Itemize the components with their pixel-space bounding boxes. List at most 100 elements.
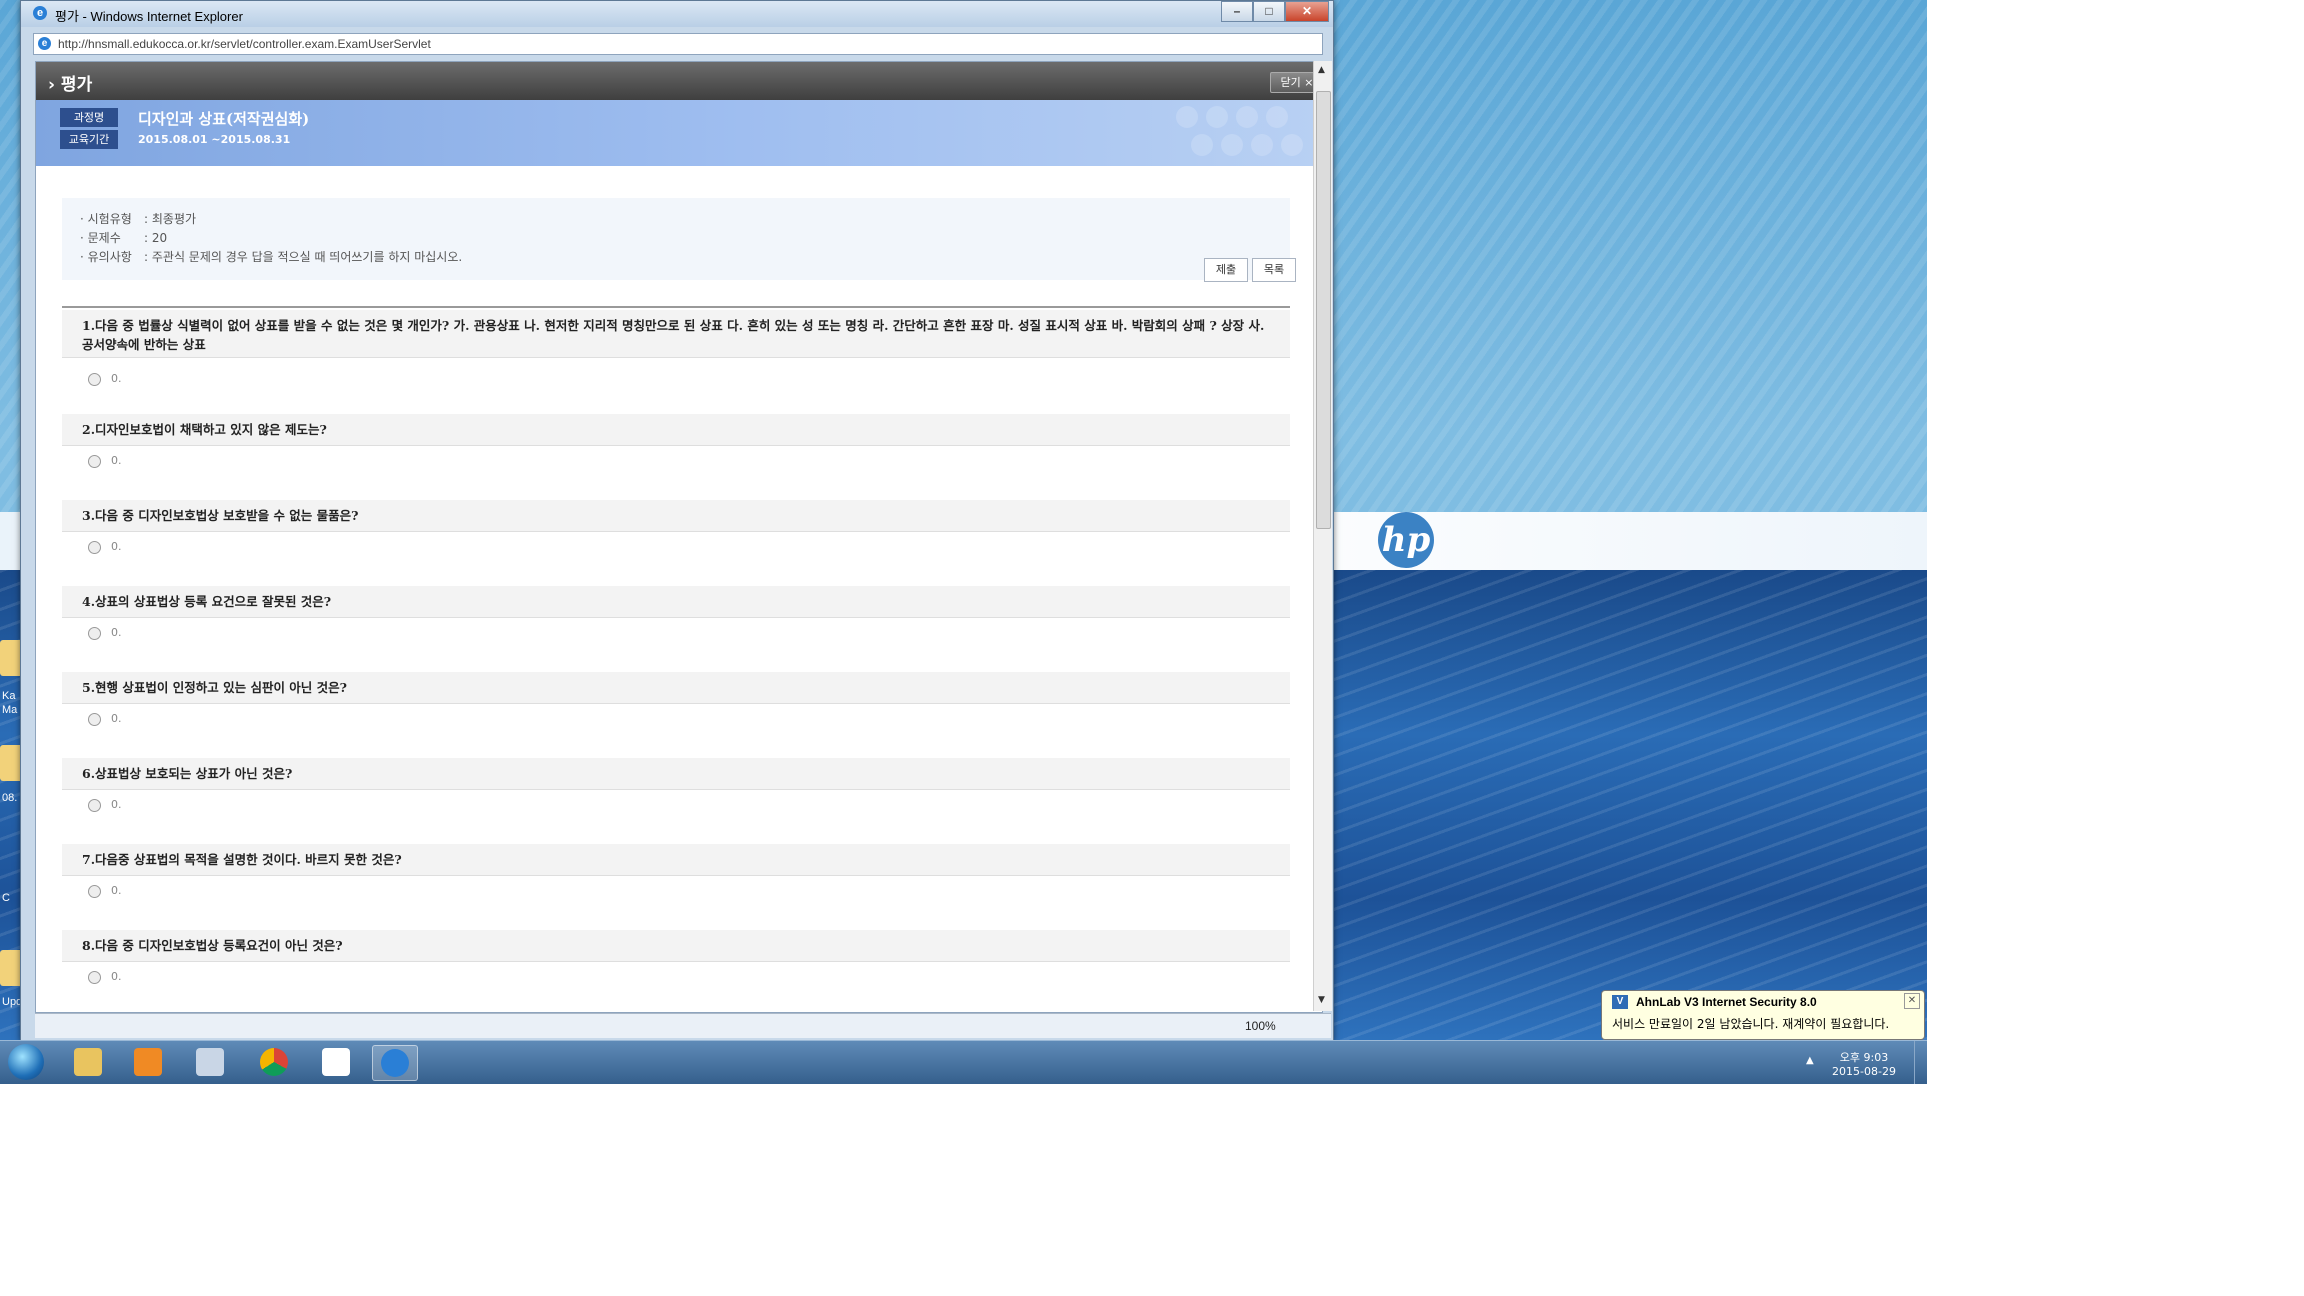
question-text: 5.현행 상표법이 인정하고 있는 심판이 아닌 것은?	[62, 672, 1290, 704]
address-text[interactable]: http://hnsmall.edukocca.or.kr/servlet/co…	[58, 37, 431, 51]
radio-button[interactable]	[88, 970, 101, 984]
banner-dot	[1206, 106, 1228, 128]
close-icon[interactable]: ✕	[1904, 993, 1920, 1009]
status-bar: 100%	[35, 1013, 1331, 1038]
clock-time[interactable]: 오후 9:03	[1834, 1049, 1894, 1065]
tray-expand-icon[interactable]: ▲	[1806, 1055, 1814, 1066]
desktop-label: Ma	[2, 704, 18, 716]
address-bar[interactable]: e http://hnsmall.edukocca.or.kr/servlet/…	[33, 33, 1323, 55]
course-name-tag: 과정명	[60, 108, 118, 127]
info-value: : 20	[144, 231, 168, 245]
window-close-button[interactable]: ✕	[1285, 1, 1329, 22]
answer-label: 0.	[111, 454, 122, 467]
divider	[62, 306, 1290, 308]
answer-label: 0.	[111, 884, 122, 897]
course-banner: 과정명 교육기간 디자인과 상표(저작권심화) 2015.08.01 ~2015…	[36, 100, 1322, 166]
taskbar-media-player[interactable]	[126, 1045, 170, 1079]
answer-option[interactable]: 0.	[88, 884, 122, 898]
chrome-icon	[260, 1048, 288, 1076]
answer-option[interactable]: 0.	[88, 626, 122, 640]
answer-label: 0.	[111, 540, 122, 553]
radio-button[interactable]	[88, 712, 101, 726]
notification-body: 서비스 만료일이 2일 남았습니다. 재계약이 필요합니다.	[1612, 1017, 1890, 1031]
paint-icon	[196, 1048, 224, 1076]
page-title: › 평가	[48, 75, 93, 95]
maximize-button[interactable]: □	[1253, 1, 1285, 22]
scroll-down-icon[interactable]: ▼	[1318, 995, 1325, 1005]
media-player-icon	[134, 1048, 162, 1076]
banner-dot	[1191, 134, 1213, 156]
folder-icon	[74, 1048, 102, 1076]
info-value: : 주관식 문제의 경우 답을 적으실 때 띄어쓰기를 하지 마십시오.	[144, 250, 463, 264]
scrollbar-thumb[interactable]	[1316, 91, 1331, 529]
banner-dot	[1176, 106, 1198, 128]
page-icon: e	[38, 37, 51, 50]
radio-button[interactable]	[88, 372, 101, 386]
info-label: · 시험유형	[80, 212, 132, 226]
question-text: 3.다음 중 디자인보호법상 보호받을 수 없는 물품은?	[62, 500, 1290, 532]
answer-label: 0.	[111, 626, 122, 639]
scroll-up-icon[interactable]: ▲	[1318, 65, 1325, 75]
question-text: 6.상표법상 보호되는 상표가 아닌 것은?	[62, 758, 1290, 790]
course-period-tag: 교육기간	[60, 130, 118, 149]
page-content: › 평가 닫기 × 과정명 교육기간 디자인과 상표(저작권심화) 2015.0…	[35, 61, 1323, 1013]
info-row: · 시험유형 : 최종평가	[80, 210, 196, 227]
question-text: 1.다음 중 법률상 식별력이 없어 상표를 받을 수 없는 것은 몇 개인가?…	[62, 310, 1290, 358]
taskbar-internet-explorer[interactable]	[372, 1045, 418, 1081]
window-title: 평가 - Windows Internet Explorer	[55, 9, 243, 24]
answer-label: 0.	[111, 372, 122, 385]
ie-icon: e	[33, 6, 47, 20]
taskbar-app-grid[interactable]	[314, 1045, 358, 1079]
app-grid-icon	[322, 1048, 350, 1076]
vertical-scrollbar[interactable]: ▲ ▼	[1313, 61, 1332, 1011]
desktop-label: Ka	[2, 690, 16, 702]
taskbar: ▲ 오후 9:03 2015-08-29	[0, 1040, 1927, 1084]
answer-option[interactable]: 0.	[88, 372, 122, 386]
exam-info-box: · 시험유형 : 최종평가 · 문제수 : 20 · 유의사항 : 주관식 문제의 경…	[62, 198, 1296, 282]
info-row: · 유의사항 : 주관식 문제의 경우 답을 적으실 때 띄어쓰기를 하지 마십시…	[80, 248, 462, 265]
radio-button[interactable]	[88, 626, 101, 640]
desktop-label: C	[2, 892, 10, 904]
info-value: : 최종평가	[144, 212, 197, 226]
info-row: · 문제수 : 20	[80, 229, 167, 246]
title-bar[interactable]: e 평가 - Windows Internet Explorer – □ ✕	[21, 1, 1333, 27]
minimize-button[interactable]: –	[1221, 1, 1253, 22]
banner-dot	[1236, 106, 1258, 128]
question-text: 8.다음 중 디자인보호법상 등록요건이 아닌 것은?	[62, 930, 1290, 962]
show-desktop-button[interactable]	[1914, 1041, 1928, 1084]
banner-dot	[1266, 106, 1288, 128]
list-button[interactable]: 목록	[1252, 258, 1296, 282]
answer-option[interactable]: 0.	[88, 798, 122, 812]
zoom-level[interactable]: 100%	[1245, 1019, 1276, 1033]
notification-title: AhnLab V3 Internet Security 8.0	[1636, 995, 1817, 1009]
banner-dot	[1251, 134, 1273, 156]
question-text: 4.상표의 상표법상 등록 요건으로 잘못된 것은?	[62, 586, 1290, 618]
info-label: · 문제수	[80, 231, 121, 245]
course-period: 2015.08.01 ~2015.08.31	[138, 133, 291, 146]
answer-label: 0.	[111, 970, 122, 983]
submit-button[interactable]: 제출	[1204, 258, 1248, 282]
radio-button[interactable]	[88, 454, 101, 468]
radio-button[interactable]	[88, 798, 101, 812]
taskbar-explorer[interactable]	[66, 1045, 110, 1079]
radio-button[interactable]	[88, 884, 101, 898]
answer-option[interactable]: 0.	[88, 970, 122, 984]
question-text: 7.다음중 상표법의 목적을 설명한 것이다. 바르지 못한 것은?	[62, 844, 1290, 876]
answer-option[interactable]: 0.	[88, 712, 122, 726]
ahnlab-notification[interactable]: V AhnLab V3 Internet Security 8.0 서비스 만료…	[1601, 990, 1925, 1040]
start-button[interactable]	[8, 1044, 44, 1080]
banner-dot	[1281, 134, 1303, 156]
taskbar-paint[interactable]	[188, 1045, 232, 1079]
answer-label: 0.	[111, 712, 122, 725]
answer-option[interactable]: 0.	[88, 454, 122, 468]
answer-option[interactable]: 0.	[88, 540, 122, 554]
desktop-label: 08.	[2, 792, 18, 804]
ahnlab-icon: V	[1612, 995, 1628, 1009]
course-name: 디자인과 상표(저작권심화)	[138, 110, 310, 128]
radio-button[interactable]	[88, 540, 101, 554]
clock-date[interactable]: 2015-08-29	[1826, 1065, 1902, 1078]
ie-icon	[381, 1049, 409, 1077]
ie-window: e 평가 - Windows Internet Explorer – □ ✕ e…	[20, 0, 1334, 1042]
taskbar-chrome[interactable]	[252, 1045, 296, 1079]
info-label: · 유의사항	[80, 250, 132, 264]
